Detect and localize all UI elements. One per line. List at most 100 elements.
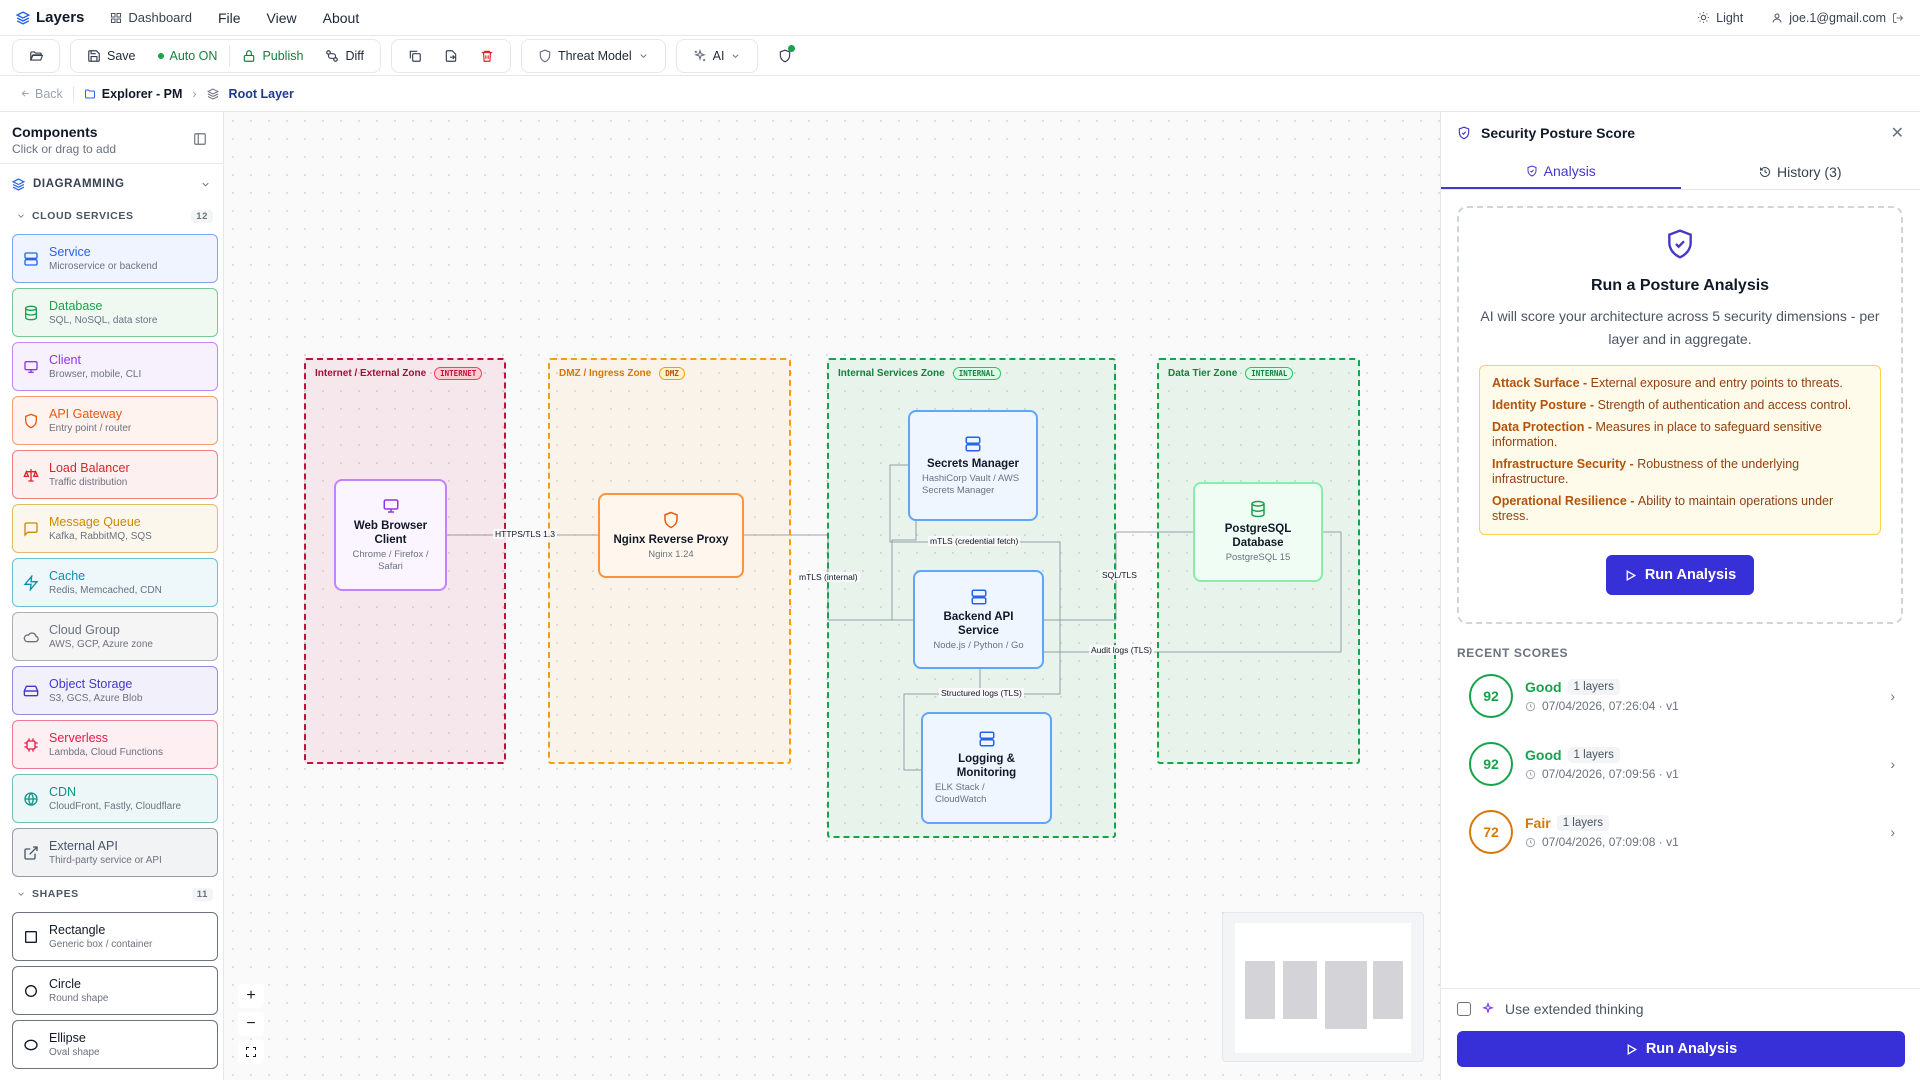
zoom-in-button[interactable]: +	[238, 984, 264, 1008]
component-cdn[interactable]: CDN CloudFront, Fastly, Cloudflare	[12, 774, 218, 823]
minimap[interactable]	[1222, 912, 1424, 1062]
subsection-shapes[interactable]: SHAPES 11	[0, 882, 223, 906]
theme-toggle[interactable]: Light	[1697, 11, 1743, 25]
components-sidebar: Components Click or drag to add DIAGRAMM…	[0, 112, 224, 1080]
score-layers-badge: 1 layers	[1567, 747, 1620, 763]
score-ring: 92	[1469, 742, 1513, 786]
publish-label: Publish	[262, 48, 304, 63]
breadcrumb-project[interactable]: Explorer - PM	[84, 87, 182, 101]
component-load-balancer[interactable]: Load Balancer Traffic distribution	[12, 450, 218, 499]
component-api-gateway[interactable]: API Gateway Entry point / router	[12, 396, 218, 445]
zone-title: Data Tier Zone	[1168, 368, 1238, 379]
collapse-panel-icon[interactable]	[193, 132, 207, 146]
component-description: Round shape	[49, 993, 109, 1004]
extended-thinking-checkbox[interactable]	[1457, 1002, 1471, 1016]
score-label: Fair	[1525, 815, 1551, 831]
breadcrumb-current-layer[interactable]: Root Layer	[229, 87, 294, 101]
threat-model-button[interactable]: Threat Model	[528, 42, 659, 70]
component-external-api[interactable]: External API Third-party service or API	[12, 828, 218, 877]
component-cloud-group[interactable]: Cloud Group AWS, GCP, Azure zone	[12, 612, 218, 661]
component-serverless[interactable]: Serverless Lambda, Cloud Functions	[12, 720, 218, 769]
grid-icon	[111, 12, 122, 23]
tab-analysis[interactable]: Analysis	[1441, 154, 1681, 189]
play-icon	[1627, 1043, 1637, 1055]
component-label: Cache	[49, 569, 86, 583]
component-database[interactable]: Database SQL, NoSQL, data store	[12, 288, 218, 337]
autosave-toggle[interactable]: Auto ON	[148, 42, 228, 70]
extended-thinking-label: Use extended thinking	[1505, 1001, 1644, 1017]
component-client[interactable]: Client Browser, mobile, CLI	[12, 342, 218, 391]
zoom-out-button[interactable]: −	[238, 1012, 264, 1036]
footer-run-analysis-button[interactable]: Run Analysis	[1457, 1031, 1905, 1067]
subsection-cloud-services[interactable]: CLOUD SERVICES 12	[0, 204, 223, 228]
component-text: API Gateway Entry point / router	[49, 407, 131, 434]
threat-model-dropdown[interactable]: Threat Model	[520, 38, 666, 73]
panel-title: Security Posture Score	[1481, 125, 1636, 141]
delete-button[interactable]	[470, 42, 504, 70]
component-service[interactable]: Service Microservice or backend	[12, 234, 218, 283]
security-posture-button[interactable]	[768, 42, 802, 70]
category-diagramming[interactable]: DIAGRAMMING	[0, 164, 223, 204]
dimensions-list: Attack Surface - External exposure and e…	[1479, 365, 1881, 535]
run-analysis-button[interactable]: Run Analysis	[1606, 555, 1754, 595]
history-icon	[1759, 166, 1770, 177]
component-ellipse[interactable]: Ellipse Oval shape	[12, 1020, 218, 1069]
logout-icon[interactable]	[1892, 12, 1904, 24]
edge-label-audit: Audit logs (TLS)	[1089, 645, 1154, 655]
export-button[interactable]	[434, 42, 468, 70]
menu-file[interactable]: File	[218, 10, 241, 26]
component-label: Load Balancer	[49, 461, 130, 475]
component-text: Cache Redis, Memcached, CDN	[49, 569, 162, 596]
node-subtitle: Nginx 1.24	[648, 548, 694, 560]
score-item[interactable]: 72 Fair 1 layers 07/04/2026, 07:09:08 · v…	[1457, 804, 1907, 860]
ai-dropdown[interactable]: AI	[675, 38, 759, 73]
component-object-storage[interactable]: Object Storage S3, GCS, Azure Blob	[12, 666, 218, 715]
publish-button[interactable]: Publish	[232, 42, 313, 70]
component-rectangle[interactable]: Rectangle Generic box / container	[12, 912, 218, 961]
extended-thinking-option[interactable]: Use extended thinking	[1457, 1001, 1644, 1017]
score-item[interactable]: 92 Good 1 layers 07/04/2026, 07:26:04 · v…	[1457, 668, 1907, 724]
node-subtitle: Chrome / Firefox / Safari	[352, 549, 429, 572]
zone-badge: DMZ	[659, 367, 685, 380]
user-email: joe.1@gmail.com	[1789, 10, 1886, 25]
server-icon	[24, 251, 38, 266]
back-button[interactable]: Back	[20, 87, 63, 101]
score-item[interactable]: 92 Good 1 layers 07/04/2026, 07:09:56 · v…	[1457, 736, 1907, 792]
component-circle[interactable]: Circle Round shape	[12, 966, 218, 1015]
edge-label-structured: Structured logs (TLS)	[939, 688, 1024, 698]
diagram-canvas[interactable]: Internet / External Zone INTERNET DMZ / …	[224, 112, 1440, 1080]
edge-label-mtls-credential: mTLS (credential fetch)	[928, 536, 1021, 546]
menu-view[interactable]: View	[267, 10, 297, 26]
component-message-queue[interactable]: Message Queue Kafka, RabbitMQ, SQS	[12, 504, 218, 553]
diff-button[interactable]: Diff	[315, 42, 374, 70]
node-secrets-manager[interactable]: Secrets Manager HashiCorp Vault / AWS Se…	[908, 410, 1038, 521]
brand[interactable]: Layers	[16, 9, 84, 26]
open-folder-button[interactable]	[19, 42, 53, 70]
sidebar-header: Components Click or drag to add	[0, 112, 223, 164]
component-cache[interactable]: Cache Redis, Memcached, CDN	[12, 558, 218, 607]
ai-button[interactable]: AI	[683, 42, 752, 70]
ai-label: AI	[712, 48, 725, 63]
copy-icon	[409, 50, 421, 62]
fit-view-button[interactable]	[238, 1040, 264, 1064]
folder-open-icon	[29, 50, 43, 61]
duplicate-button[interactable]	[398, 42, 432, 70]
node-backend-api-service[interactable]: Backend API Service Node.js / Python / G…	[913, 570, 1044, 669]
node-nginx-reverse-proxy[interactable]: Nginx Reverse Proxy Nginx 1.24	[598, 493, 744, 578]
user-menu[interactable]: joe.1@gmail.com	[1771, 11, 1904, 25]
component-description: Kafka, RabbitMQ, SQS	[49, 531, 152, 542]
component-text: Cloud Group AWS, GCP, Azure zone	[49, 623, 153, 650]
tab-history[interactable]: History (3)	[1681, 154, 1920, 189]
dashboard-link[interactable]: Dashboard	[110, 10, 192, 25]
node-postgresql-database[interactable]: PostgreSQL Database PostgreSQL 15	[1193, 482, 1323, 582]
close-icon[interactable]: ✕	[1891, 123, 1904, 143]
database-icon	[25, 305, 37, 320]
shield-check-icon	[1668, 229, 1692, 259]
menu-about[interactable]: About	[323, 10, 360, 26]
node-logging-monitoring[interactable]: Logging & Monitoring ELK Stack / CloudWa…	[921, 712, 1052, 824]
save-button[interactable]: Save	[77, 42, 146, 70]
node-web-browser-client[interactable]: Web Browser Client Chrome / Firefox / Sa…	[334, 479, 447, 591]
ellipse-icon	[24, 1039, 38, 1050]
save-icon	[88, 49, 100, 62]
panel-footer: Use extended thinking Run Analysis	[1441, 988, 1920, 1080]
